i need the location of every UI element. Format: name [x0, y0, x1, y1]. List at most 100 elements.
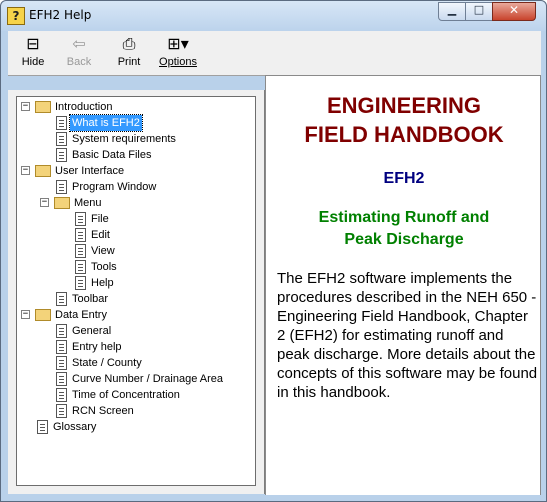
window-bottom-border — [1, 495, 546, 501]
tree-item-label: General — [72, 325, 112, 337]
options-icon: ⊞▾ — [167, 34, 189, 53]
topic-page-icon — [56, 356, 67, 370]
tree-item-label: Curve Number / Drainage Area — [72, 373, 224, 385]
title-bar[interactable]: ? EFH2 Help ▁ □ ✕ — [1, 1, 546, 31]
tree-item-label: File — [91, 213, 109, 225]
tree-item[interactable]: State / County — [17, 355, 253, 371]
tree-item[interactable]: Entry help — [17, 339, 253, 355]
tree-item[interactable]: Basic Data Files — [17, 147, 253, 163]
close-button[interactable]: ✕ — [492, 2, 536, 21]
tree-item-label: Glossary — [53, 421, 97, 433]
tree-item[interactable]: What is EFH2 — [17, 114, 253, 132]
heading-line-1: ENGINEERING — [326, 93, 482, 118]
help-icon: ? — [7, 7, 25, 25]
topic-page-icon — [75, 244, 86, 258]
tree-item-label: View — [91, 245, 115, 257]
topic-page-icon — [56, 404, 67, 418]
tree-item[interactable]: Edit — [17, 227, 253, 243]
tree-item[interactable]: View — [17, 243, 253, 259]
hide-icon: ⊟ — [26, 34, 40, 53]
back-label: Back — [66, 56, 92, 68]
topic-page-icon — [37, 420, 48, 434]
print-label: Print — [117, 56, 141, 68]
tree-item-label: State / County — [72, 357, 142, 369]
tree-item-label: System requirements — [72, 133, 176, 145]
maximize-button[interactable]: □ — [465, 2, 493, 21]
help-window: ? EFH2 Help ▁ □ ✕ ⊟ Hide ⇦ Back ⎙ Print … — [0, 0, 547, 502]
tree-item[interactable]: Glossary — [17, 419, 253, 435]
topic-page-icon — [75, 260, 86, 274]
tree-item[interactable]: Tools — [17, 259, 253, 275]
tree-item[interactable]: Program Window — [17, 179, 253, 195]
topic-page-icon — [56, 116, 67, 130]
tree-item[interactable]: System requirements — [17, 131, 253, 147]
tree-item-label: Program Window — [72, 181, 157, 193]
tree-item-label: User Interface — [55, 165, 125, 177]
tree-item-label: Introduction — [55, 101, 113, 113]
printer-icon: ⎙ — [122, 34, 136, 53]
back-button[interactable]: ⇦ Back — [64, 34, 94, 68]
open-folder-icon — [35, 101, 51, 113]
topic-page-icon — [56, 388, 67, 402]
contents-tree[interactable]: − Introduction What is EFH2 System requirem… — [16, 96, 256, 486]
topic-page-icon — [75, 212, 86, 226]
topic-pane: ENGINEERING FIELD HANDBOOK EFH2 Estimati… — [265, 75, 541, 496]
minimize-icon: ▁ — [447, 3, 457, 16]
open-folder-icon — [35, 165, 51, 177]
collapse-toggle-icon[interactable]: − — [21, 102, 30, 111]
tree-item-label: Menu — [74, 197, 102, 209]
heading-line-2: FIELD HANDBOOK — [304, 122, 504, 147]
tree-item[interactable]: General — [17, 323, 253, 339]
topic-page-icon — [56, 372, 67, 386]
tree-item[interactable]: Help — [17, 275, 253, 291]
topic-page-icon — [75, 228, 86, 242]
open-folder-icon — [35, 309, 51, 321]
tree-item[interactable]: Curve Number / Drainage Area — [17, 371, 253, 387]
tree-item-label: Edit — [91, 229, 110, 241]
print-button[interactable]: ⎙ Print — [114, 34, 144, 68]
window-title: EFH2 Help — [29, 8, 92, 22]
tree-item[interactable]: − Introduction — [17, 99, 253, 115]
tree-item-label: Time of Concentration — [72, 389, 180, 401]
tree-item[interactable]: − Data Entry — [17, 307, 253, 323]
tree-item-label: Tools — [91, 261, 117, 273]
tree-item[interactable]: File — [17, 211, 253, 227]
maximize-icon: □ — [473, 3, 485, 16]
section-title-line-1: Estimating Runoff and — [318, 209, 490, 226]
toolbar: ⊟ Hide ⇦ Back ⎙ Print ⊞▾ Options — [8, 31, 541, 76]
topic-page-icon — [56, 292, 67, 306]
navigation-pane: − Introduction What is EFH2 System requirem… — [8, 90, 264, 494]
tree-item-label: Help — [91, 277, 114, 289]
close-icon: ✕ — [508, 3, 520, 17]
tree-item-label: Basic Data Files — [72, 149, 152, 161]
tree-item-label: Entry help — [72, 341, 122, 353]
back-arrow-icon: ⇦ — [72, 34, 86, 53]
topic-page-icon — [75, 276, 86, 290]
collapse-toggle-icon[interactable]: − — [40, 198, 49, 207]
tree-item-label: Toolbar — [72, 293, 109, 305]
tree-item[interactable]: Toolbar — [17, 291, 253, 307]
tree-item[interactable]: − User Interface — [17, 163, 253, 179]
tree-item-label-selected: What is EFH2 — [69, 114, 143, 132]
tree-item[interactable]: Time of Concentration — [17, 387, 253, 403]
tree-item[interactable]: − Menu — [17, 195, 253, 211]
hide-label: Hide — [21, 56, 45, 68]
options-button[interactable]: ⊞▾ Options — [156, 34, 200, 68]
collapse-toggle-icon[interactable]: − — [21, 310, 30, 319]
topic-body: The EFH2 software implements the procedu… — [277, 270, 538, 401]
collapse-toggle-icon[interactable]: − — [21, 166, 30, 175]
section-title-line-2: Peak Discharge — [344, 231, 464, 248]
tree-item-label: Data Entry — [55, 309, 107, 321]
options-label: Options — [159, 56, 197, 68]
topic-page-icon — [56, 180, 67, 194]
tree-item[interactable]: RCN Screen — [17, 403, 253, 419]
tree-item-label: RCN Screen — [72, 405, 134, 417]
open-folder-icon — [54, 197, 70, 209]
minimize-button[interactable]: ▁ — [438, 2, 466, 21]
hide-button[interactable]: ⊟ Hide — [18, 34, 48, 68]
subtitle: EFH2 — [383, 170, 425, 187]
topic-page-icon — [56, 132, 67, 146]
topic-page-icon — [56, 324, 67, 338]
topic-page-icon — [56, 148, 67, 162]
topic-page-icon — [56, 340, 67, 354]
